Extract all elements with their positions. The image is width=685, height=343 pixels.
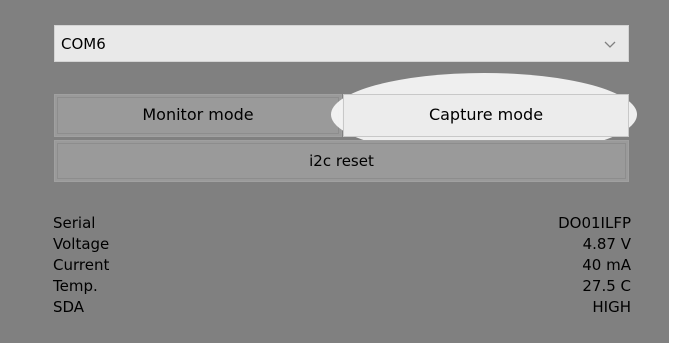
info-row-sda: SDA HIGH — [53, 297, 631, 318]
port-select-value: COM6 — [61, 35, 106, 53]
device-panel: COM6 Monitor mode Capture mode i2c reset… — [0, 0, 669, 343]
info-label: SDA — [53, 298, 85, 316]
info-value: 40 mA — [582, 256, 631, 274]
info-label: Temp. — [53, 277, 98, 295]
info-value: 27.5 C — [582, 277, 631, 295]
info-label: Serial — [53, 214, 96, 232]
info-row-serial: Serial DO01ILFP — [53, 213, 631, 234]
monitor-mode-label: Monitor mode — [142, 105, 254, 124]
info-label: Current — [53, 256, 110, 274]
info-row-temp: Temp. 27.5 C — [53, 276, 631, 297]
chevron-down-icon — [604, 41, 616, 48]
port-select[interactable]: COM6 — [54, 25, 629, 62]
monitor-mode-button[interactable]: Monitor mode — [54, 94, 342, 137]
capture-mode-button[interactable]: Capture mode — [343, 94, 629, 137]
device-info: Serial DO01ILFP Voltage 4.87 V Current 4… — [53, 213, 631, 318]
info-row-voltage: Voltage 4.87 V — [53, 234, 631, 255]
i2c-reset-button[interactable]: i2c reset — [54, 140, 629, 182]
capture-mode-label: Capture mode — [428, 105, 544, 124]
info-value: DO01ILFP — [558, 214, 631, 232]
info-value: 4.87 V — [582, 235, 631, 253]
info-value: HIGH — [592, 298, 631, 316]
info-row-current: Current 40 mA — [53, 255, 631, 276]
i2c-reset-label: i2c reset — [309, 152, 374, 170]
info-label: Voltage — [53, 235, 110, 253]
